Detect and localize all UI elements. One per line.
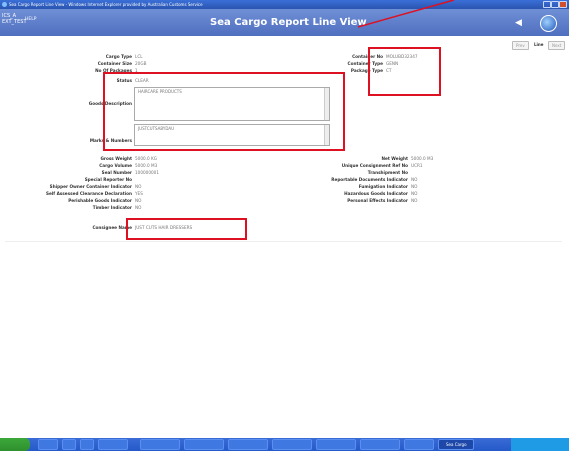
close-button[interactable] bbox=[559, 1, 567, 8]
globe-icon[interactable] bbox=[540, 15, 557, 32]
hazardous-value: NO bbox=[411, 191, 418, 196]
taskbar-item-label: Sea Cargo bbox=[446, 442, 467, 447]
user-line-2: EXT_TEST bbox=[2, 19, 27, 25]
window-title: Sea Cargo Report Line View - Windows Int… bbox=[9, 2, 203, 7]
perishable-value: NO bbox=[135, 198, 142, 203]
taskbar-item[interactable] bbox=[228, 439, 268, 450]
taskbar-item[interactable] bbox=[140, 439, 180, 450]
net-weight-label: Net Weight bbox=[381, 156, 408, 161]
prev-button[interactable]: Prev bbox=[512, 41, 529, 50]
start-button[interactable] bbox=[0, 438, 30, 451]
cargo-type-label: Cargo Type bbox=[105, 54, 132, 59]
maximize-button[interactable] bbox=[551, 1, 559, 8]
perishable-label: Perishable Goods Indicator bbox=[68, 198, 132, 203]
cargo-volume-value: 5000.0 M3 bbox=[135, 163, 158, 168]
timber-value: NO bbox=[135, 205, 142, 210]
personal-effects-label: Personal Effects Indicator bbox=[347, 198, 408, 203]
timber-label: Timber Indicator bbox=[92, 205, 132, 210]
self-assessed-label: Self Assessed Clearance Declaration bbox=[46, 191, 132, 196]
quicklaunch-item[interactable] bbox=[80, 439, 94, 450]
fumigation-label: Fumigation Indicator bbox=[358, 184, 408, 189]
highlight-consignee-box bbox=[126, 218, 247, 240]
window-titlebar: Sea Cargo Report Line View - Windows Int… bbox=[0, 0, 569, 9]
page-title: Sea Cargo Report Line View bbox=[210, 17, 367, 28]
section-divider bbox=[5, 241, 562, 242]
seal-number-value: 100000001 bbox=[135, 170, 159, 175]
windows-taskbar: Sea Cargo bbox=[0, 438, 569, 451]
ucr-value: UCR1 bbox=[411, 163, 423, 168]
transhipment-label: Transhipment No bbox=[367, 170, 408, 175]
taskbar-item[interactable] bbox=[98, 439, 128, 450]
highlight-container-box bbox=[368, 47, 441, 96]
app-header: ICS_A EXT_TEST HELP Sea Cargo Report Lin… bbox=[0, 9, 569, 36]
ucr-label: Unique Consignment Ref No bbox=[341, 163, 408, 168]
minimize-button[interactable] bbox=[543, 1, 551, 8]
personal-effects-value: NO bbox=[411, 198, 418, 203]
shipper-owner-value: NO bbox=[135, 184, 142, 189]
taskbar-item-sea-cargo[interactable]: Sea Cargo bbox=[438, 439, 474, 450]
highlight-description-box bbox=[103, 72, 345, 151]
line-label: Line bbox=[534, 42, 544, 47]
user-id: ICS_A EXT_TEST bbox=[2, 13, 27, 25]
taskbar-item[interactable] bbox=[272, 439, 312, 450]
shipper-owner-label: Shipper Owner Container Indicator bbox=[49, 184, 132, 189]
taskbar-item[interactable] bbox=[404, 439, 434, 450]
gross-weight-value: 5000.0 KG bbox=[135, 156, 157, 161]
fumigation-value: NO bbox=[411, 184, 418, 189]
reportable-docs-value: NO bbox=[411, 177, 418, 182]
hazardous-label: Hazardous Goods Indicator bbox=[344, 191, 408, 196]
seal-number-label: Seal Number bbox=[101, 170, 132, 175]
taskbar-item[interactable] bbox=[360, 439, 400, 450]
taskbar-item[interactable] bbox=[184, 439, 224, 450]
help-link[interactable]: HELP bbox=[25, 17, 36, 22]
system-tray bbox=[511, 438, 569, 451]
reportable-docs-label: Reportable Documents Indicator bbox=[331, 177, 408, 182]
container-size-value: 20GB bbox=[135, 61, 147, 66]
taskbar-item[interactable] bbox=[316, 439, 356, 450]
next-button[interactable]: Next bbox=[548, 41, 566, 50]
quicklaunch-item[interactable] bbox=[62, 439, 76, 450]
net-weight-value: 5000.0 M3 bbox=[411, 156, 434, 161]
speaker-icon[interactable]: ◀ bbox=[515, 18, 527, 28]
special-reporter-label: Special Reporter No bbox=[84, 177, 132, 182]
self-assessed-value: YES bbox=[135, 191, 143, 196]
container-size-label: Container Size bbox=[97, 61, 132, 66]
cargo-type-value: LCL bbox=[135, 54, 143, 59]
cargo-volume-label: Cargo Volume bbox=[99, 163, 132, 168]
quicklaunch-item[interactable] bbox=[38, 439, 58, 450]
ie-icon bbox=[2, 2, 7, 7]
gross-weight-label: Gross Weight bbox=[100, 156, 132, 161]
